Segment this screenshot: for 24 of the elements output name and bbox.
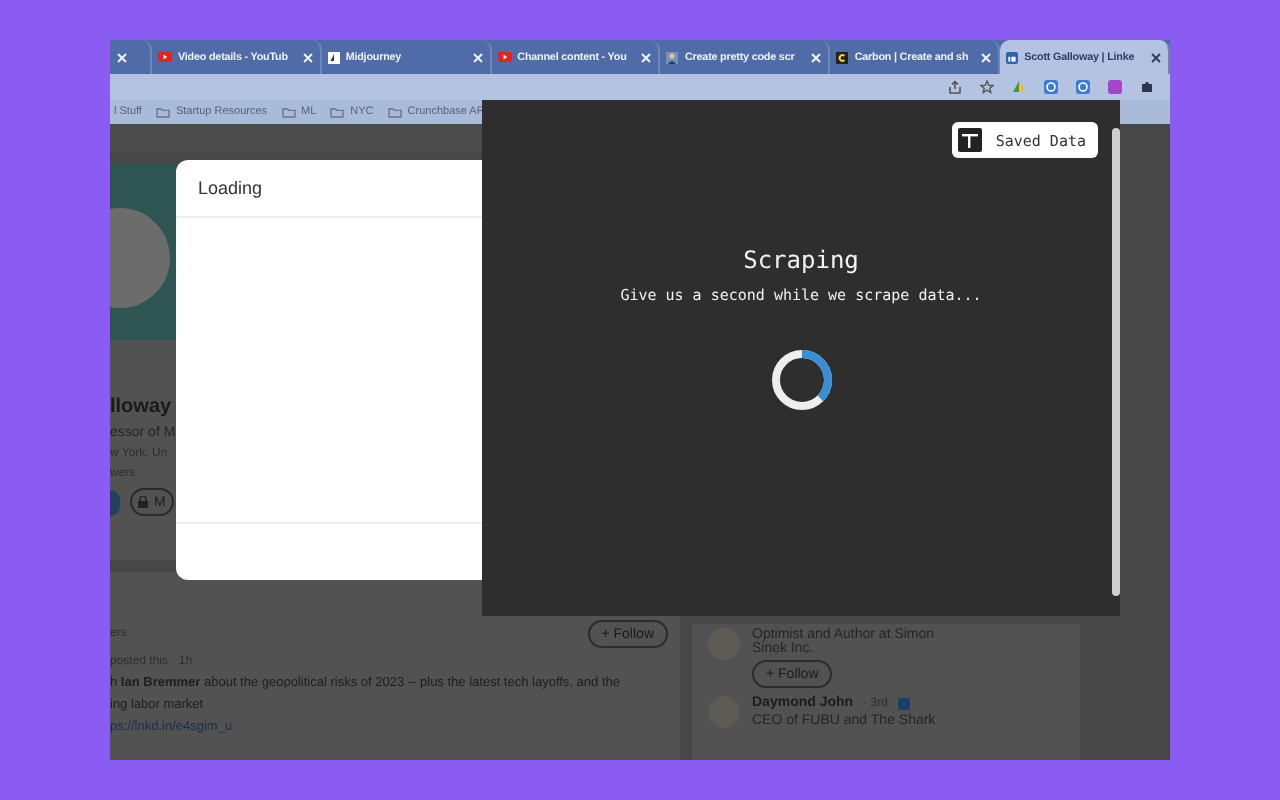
lock-icon <box>138 496 148 508</box>
loading-spinner <box>769 348 833 412</box>
puzzle-icon[interactable] <box>1140 80 1154 94</box>
folder-icon <box>281 107 296 117</box>
extension-icon[interactable] <box>1076 80 1090 94</box>
panel-title: Scraping <box>743 246 859 274</box>
badge-icon <box>897 697 910 709</box>
portrait-icon <box>666 51 679 63</box>
extension-icon[interactable] <box>1044 80 1058 94</box>
table-icon <box>957 128 982 152</box>
share-icon[interactable] <box>948 80 962 94</box>
folder-icon <box>155 107 170 117</box>
square-logo-icon <box>1006 51 1019 63</box>
dialog-title: Loading <box>198 178 263 198</box>
profile-name: lloway <box>110 396 174 418</box>
folder-icon <box>387 107 402 117</box>
sailboat-icon <box>327 51 340 63</box>
star-icon[interactable] <box>980 80 994 94</box>
close-icon[interactable] <box>1149 51 1162 63</box>
folder-icon <box>330 107 345 117</box>
play-icon <box>497 52 512 62</box>
play-icon <box>158 52 172 62</box>
scrollbar[interactable] <box>1112 128 1120 596</box>
letter-c-icon <box>836 51 849 63</box>
